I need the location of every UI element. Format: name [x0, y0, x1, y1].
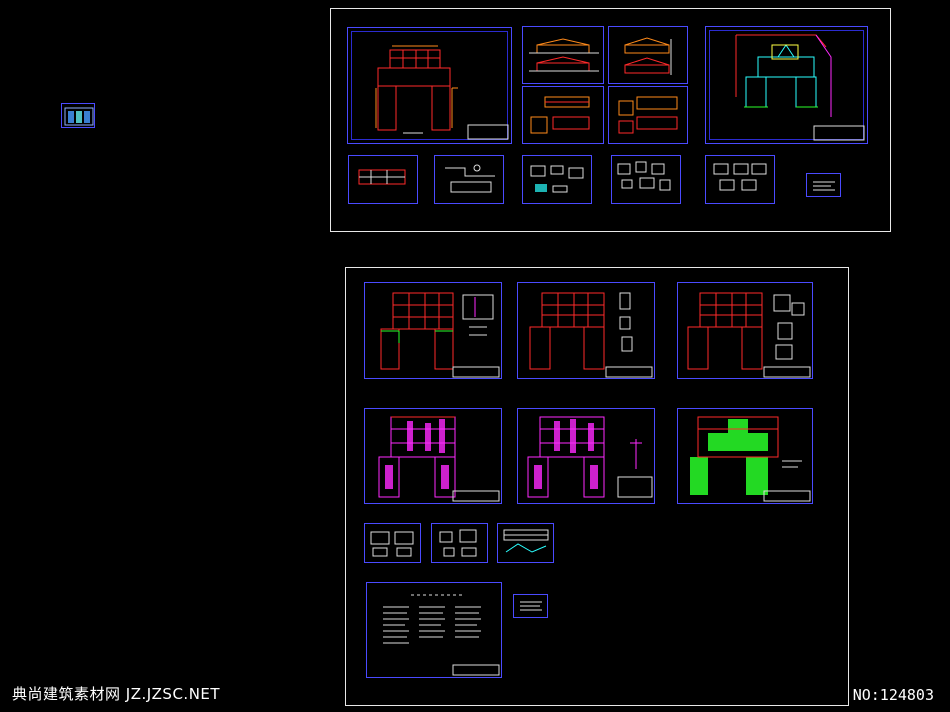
structure-drawing-2	[529, 292, 653, 378]
sheet-general-notes[interactable]	[366, 582, 502, 678]
sheet-detail-3[interactable]	[522, 155, 592, 204]
detail-drawing-2	[445, 164, 495, 193]
sheet-structure-5[interactable]	[517, 408, 655, 504]
sheet-detail-2[interactable]	[434, 155, 504, 204]
elevation-drawing-2	[624, 37, 672, 75]
sheet-structure-detail-1[interactable]	[364, 523, 421, 563]
sheet-structure-detail-2[interactable]	[431, 523, 488, 563]
structure-drawing-3	[687, 292, 811, 378]
structure-drawing-1	[380, 292, 500, 378]
detail-drawing-1	[358, 169, 406, 185]
elevation-drawing-1	[529, 38, 599, 72]
detail-drawing-3	[530, 165, 584, 193]
site-watermark: 典尚建筑素材网 JZ.JZSC.NET	[12, 685, 221, 703]
sheet-site-plan[interactable]	[705, 26, 868, 144]
sheet-notes-small[interactable]	[806, 173, 841, 197]
structure-drawing-4	[378, 416, 500, 502]
sheet-elevation-2[interactable]	[608, 26, 688, 84]
item-number: NO:124803	[852, 686, 934, 704]
sheet-detail-5[interactable]	[705, 155, 775, 204]
preview-thumbnail[interactable]	[61, 103, 95, 128]
thumbnail-icon	[64, 107, 94, 126]
structure-detail-drawing-2	[439, 529, 477, 557]
structure-drawing-5	[527, 416, 653, 498]
sheet-section-1[interactable]	[522, 86, 604, 144]
sheet-structure-3[interactable]	[677, 282, 813, 379]
notes-small-drawing	[813, 181, 835, 191]
sheet-floor-plan[interactable]	[347, 27, 512, 144]
detail-drawing-5	[713, 163, 767, 191]
sheet-section-2[interactable]	[608, 86, 688, 144]
general-notes-drawing	[383, 594, 500, 676]
structure-drawing-6	[690, 416, 811, 502]
sheet-elevation-1[interactable]	[522, 26, 604, 84]
sheet-structure-2[interactable]	[517, 282, 655, 379]
sheet-structure-4[interactable]	[364, 408, 502, 504]
sheet-structure-6[interactable]	[677, 408, 813, 504]
small-note-drawing	[520, 601, 542, 611]
sheet-detail-4[interactable]	[611, 155, 681, 204]
sheet-detail-1[interactable]	[348, 155, 418, 204]
structure-detail-drawing-1	[370, 531, 414, 557]
floor-plan-drawing	[375, 45, 509, 140]
structure-detail-drawing-3	[503, 529, 549, 553]
sheet-structure-detail-3[interactable]	[497, 523, 554, 563]
detail-drawing-4	[617, 161, 671, 191]
site-plan-drawing	[735, 34, 865, 141]
section-drawing-2	[618, 96, 678, 134]
section-drawing-1	[530, 96, 590, 134]
sheet-small-note[interactable]	[513, 594, 548, 618]
sheet-structure-1[interactable]	[364, 282, 502, 379]
